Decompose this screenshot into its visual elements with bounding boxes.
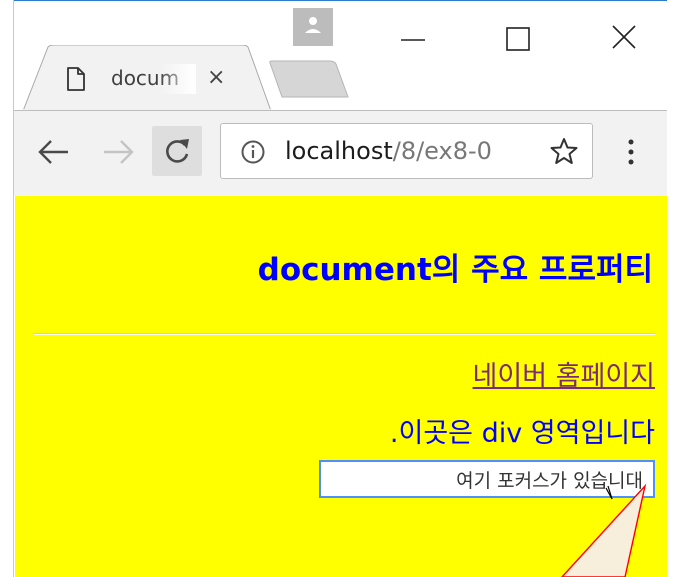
url-host: localhost (285, 137, 393, 165)
reload-icon[interactable] (152, 126, 202, 176)
window-right-edge (667, 0, 673, 577)
div-area-text: .이곳은 div 영역입니다 (389, 418, 655, 449)
browser-window: docum × localhost/8/ex8-0 document의 주요 프… (0, 0, 673, 577)
tab-close-button[interactable]: × (207, 64, 225, 92)
info-icon[interactable] (240, 139, 266, 165)
url-path: /8/ex8-0 (392, 137, 492, 165)
star-icon[interactable] (550, 137, 578, 165)
new-tab-button[interactable] (268, 59, 350, 99)
back-arrow-icon[interactable] (36, 134, 76, 170)
kebab-menu-icon[interactable] (624, 136, 638, 168)
naver-homepage-link[interactable]: 네이버 홈페이지 (473, 354, 655, 393)
tab-title-fade (160, 64, 196, 94)
page-heading: document의 주요 프로퍼티 (257, 252, 653, 288)
user-avatar-icon[interactable] (293, 8, 333, 46)
forward-arrow-icon[interactable] (98, 134, 138, 170)
horizontal-rule (33, 333, 655, 335)
window-border (14, 0, 673, 1)
window-left-edge (0, 0, 14, 577)
focused-text-input[interactable] (319, 460, 655, 498)
page-favicon-icon (66, 66, 86, 92)
minimize-icon[interactable] (393, 14, 433, 54)
maximize-icon[interactable] (498, 14, 538, 54)
close-icon[interactable] (604, 14, 644, 54)
url-text[interactable]: localhost/8/ex8-0 (285, 135, 533, 167)
page-viewport: document의 주요 프로퍼티 네이버 홈페이지 .이곳은 div 영역입니… (15, 196, 667, 577)
